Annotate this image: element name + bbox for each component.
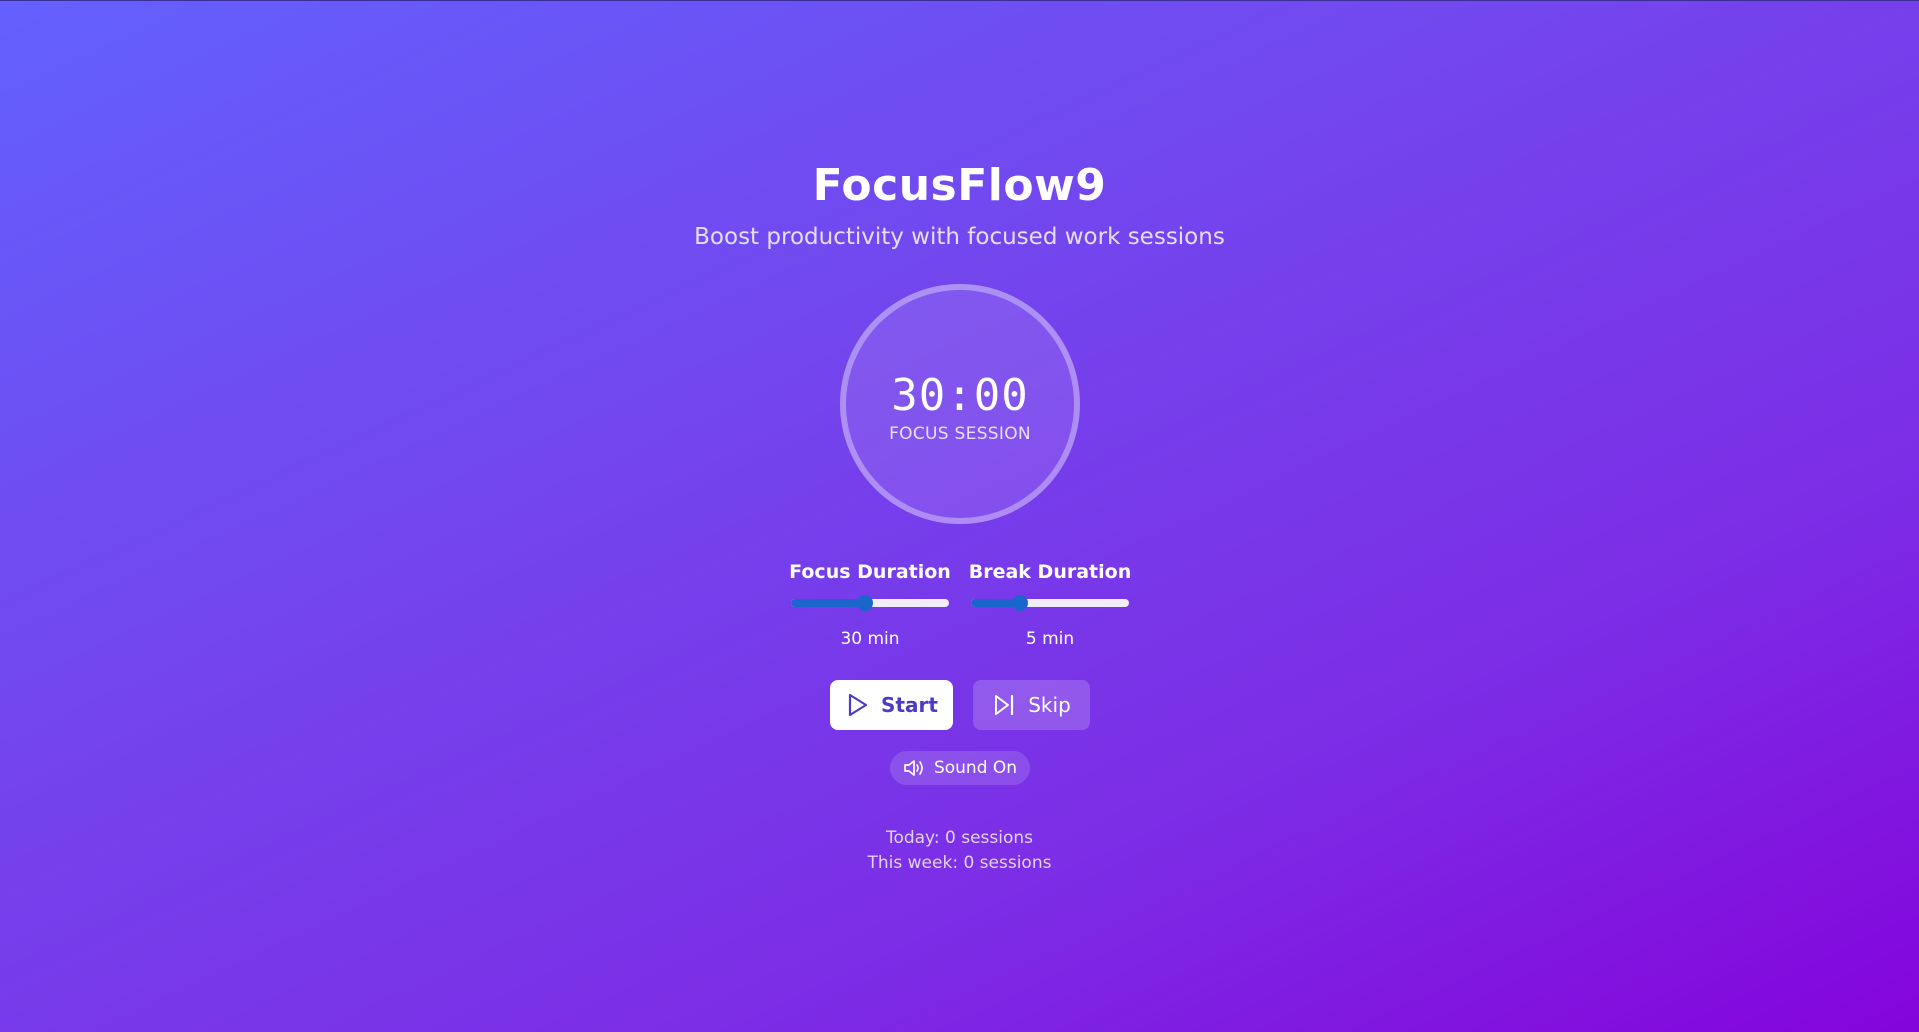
session-stats: Today: 0 sessions This week: 0 sessions (0, 826, 1919, 876)
play-icon (845, 693, 869, 717)
break-duration-value: 5 min (1025, 629, 1075, 649)
skip-forward-icon (992, 693, 1016, 717)
break-duration-setting: Break Duration 5 min (960, 558, 1140, 649)
duration-settings: Focus Duration 30 min Break Duration 5 m… (0, 558, 1919, 658)
start-button-label: Start (881, 693, 938, 717)
focus-duration-slider-fill (791, 599, 866, 607)
break-duration-label: Break Duration (968, 561, 1132, 583)
focus-duration-slider-thumb[interactable] (857, 595, 874, 611)
focus-duration-label: Focus Duration (789, 561, 951, 583)
stats-today: Today: 0 sessions (885, 828, 1034, 848)
focus-duration-value: 30 min (840, 629, 900, 649)
break-duration-slider-thumb[interactable] (1011, 595, 1028, 611)
stats-week: This week: 0 sessions (867, 853, 1052, 873)
speaker-icon (903, 758, 925, 778)
timer-controls: Start Skip (0, 680, 1919, 730)
focus-duration-slider[interactable] (791, 595, 949, 611)
break-duration-slider[interactable] (971, 595, 1129, 611)
sound-toggle-button[interactable]: Sound On (890, 751, 1030, 785)
focus-app: FocusFlow9 Boost productivity with focus… (0, 0, 1919, 1032)
skip-button-label: Skip (1028, 693, 1071, 717)
timer-mode-label: FOCUS SESSION (889, 424, 1031, 444)
sound-toggle-label: Sound On (933, 758, 1018, 778)
skip-button[interactable]: Skip (973, 680, 1090, 730)
timer-time: 30:00 (891, 370, 1029, 421)
start-button[interactable]: Start (830, 680, 953, 730)
app-title: FocusFlow9 (812, 160, 1107, 211)
focus-duration-setting: Focus Duration 30 min (780, 558, 960, 649)
app-subtitle: Boost productivity with focused work ses… (694, 224, 1225, 250)
timer-display: 30:00 FOCUS SESSION (840, 284, 1080, 524)
